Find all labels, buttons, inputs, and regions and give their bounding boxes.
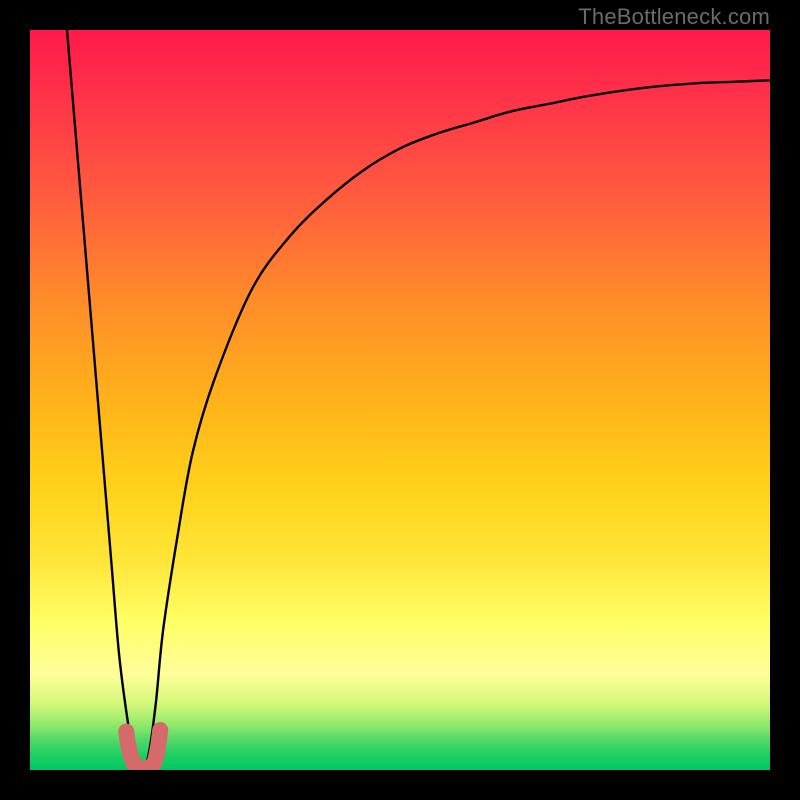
- plot-area: [30, 30, 770, 770]
- marker-dot: [122, 742, 137, 757]
- marker-dot: [119, 724, 134, 739]
- bottleneck-curve: [67, 30, 770, 770]
- watermark-text: TheBottleneck.com: [578, 4, 770, 30]
- chart-svg: [30, 30, 770, 770]
- chart-frame: TheBottleneck.com: [0, 0, 800, 800]
